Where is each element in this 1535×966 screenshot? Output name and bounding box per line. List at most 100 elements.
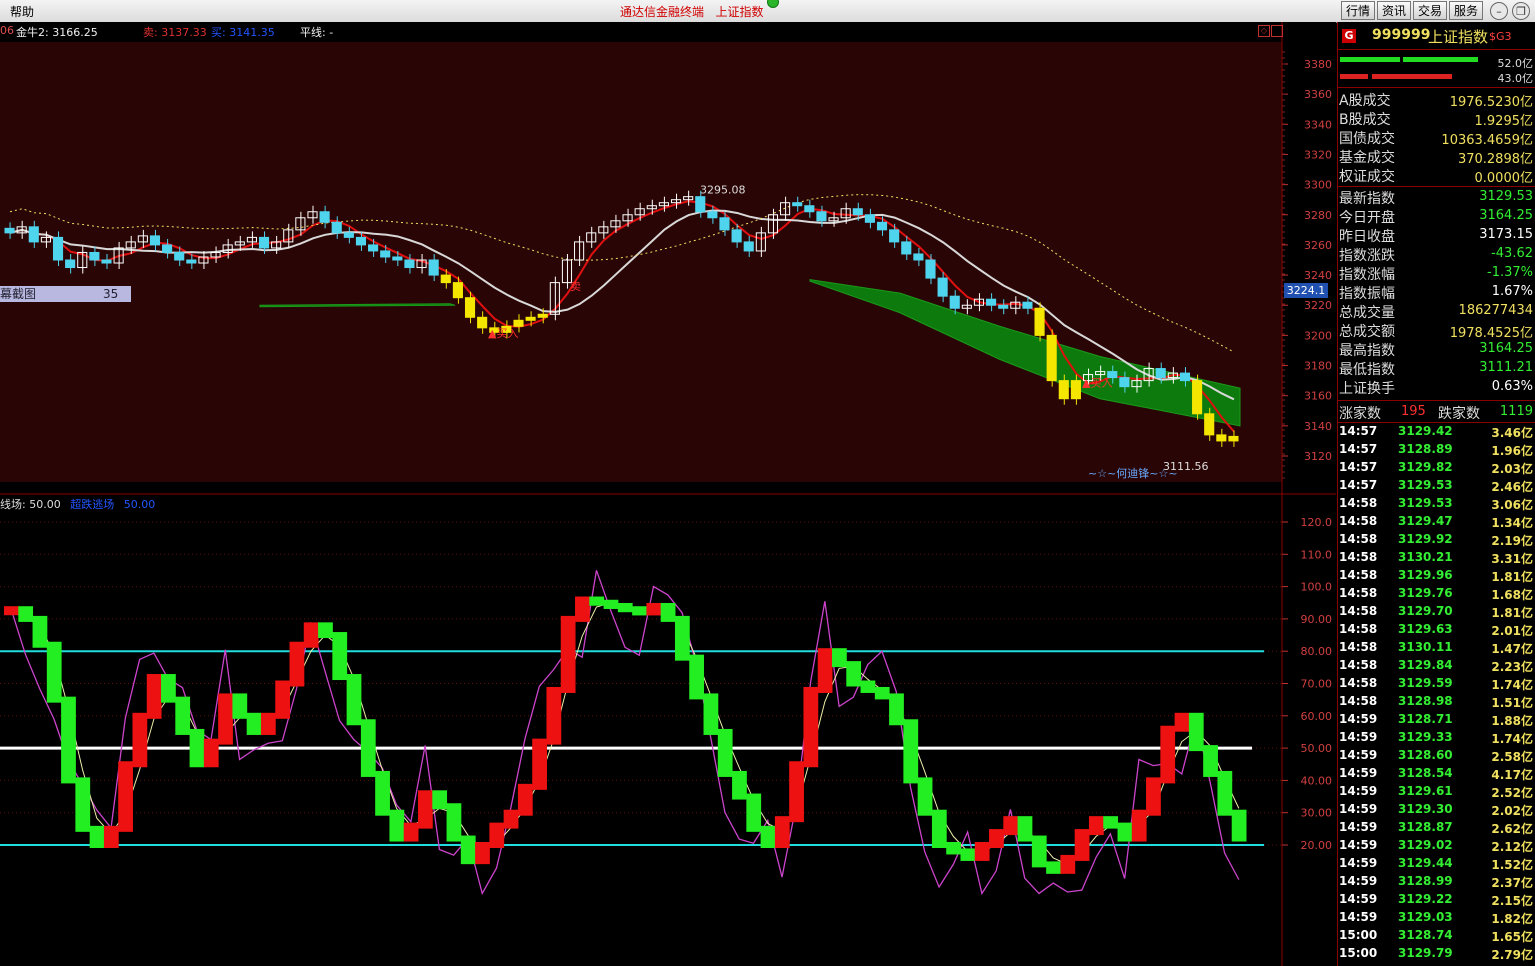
tick-time: 14:59 [1339, 838, 1378, 852]
tick-volume: 1.81亿 [1491, 606, 1533, 620]
y-tick-label: 50.00 [1301, 742, 1333, 755]
candle-body [537, 313, 548, 318]
candle-body [743, 241, 754, 252]
tick-price: 3128.60 [1398, 748, 1453, 762]
tick-price: 3129.79 [1398, 946, 1453, 960]
candle-body [707, 211, 718, 219]
info-gold: 金牛2: 3166.25 [16, 26, 98, 39]
osc-block [760, 825, 776, 848]
candle-body [1070, 380, 1081, 400]
osc-block [360, 719, 376, 777]
tick-row: 14:59 3128.87 2.62亿 [1338, 819, 1535, 837]
sell-signal: 卖 [570, 280, 581, 293]
menu-help[interactable]: 帮助 [10, 3, 34, 20]
tick-time: 14:59 [1339, 820, 1378, 834]
osc-block [1188, 712, 1204, 752]
osc-block [660, 602, 676, 622]
tick-volume: 2.52亿 [1491, 786, 1533, 800]
tick-price: 3129.63 [1398, 622, 1453, 636]
tab-service-button[interactable]: 服务 [1449, 1, 1483, 20]
volume-label: B股成交 [1339, 112, 1391, 128]
osc-block [32, 615, 48, 648]
restore-icon[interactable]: ❐ [1512, 2, 1530, 20]
tab-news-button[interactable]: 资讯 [1377, 1, 1411, 20]
tick-time: 15:00 [1339, 928, 1378, 942]
candle-body [428, 259, 439, 276]
y-tick-label: 80.00 [1301, 645, 1333, 658]
osc-block [1203, 745, 1218, 777]
osc-block [1003, 816, 1019, 836]
tick-time: 14:59 [1339, 874, 1378, 888]
osc-block [46, 641, 62, 703]
tick-row: 14:59 3128.60 2.58亿 [1338, 747, 1535, 765]
candle-body [1046, 334, 1057, 382]
index-tag: $G3 [1489, 30, 1512, 43]
osc-block [732, 770, 747, 800]
osc-block [1174, 712, 1190, 732]
y-tick-label: 3340 [1304, 118, 1332, 131]
tick-price: 3128.74 [1398, 928, 1453, 942]
quote-label: 指数涨跌 [1339, 248, 1395, 264]
tick-volume: 2.37亿 [1491, 876, 1533, 890]
tick-time: 14:58 [1339, 640, 1378, 654]
tick-price: 3128.98 [1398, 694, 1453, 708]
osc-block [789, 761, 804, 823]
tick-price: 3128.87 [1398, 820, 1453, 834]
tick-price: 3128.71 [1398, 712, 1453, 726]
tick-volume: 3.31亿 [1491, 552, 1533, 566]
tab-trade-button[interactable]: 交易 [1413, 1, 1447, 20]
candle-body [1034, 307, 1045, 336]
candle-body [452, 282, 463, 299]
osc-block [260, 712, 276, 735]
tick-price: 3129.53 [1398, 496, 1453, 510]
y-tick-label: 3240 [1304, 269, 1332, 282]
candle-body [719, 217, 730, 231]
osc-block [1146, 777, 1161, 816]
tick-time: 14:59 [1339, 730, 1378, 744]
osc-block [1046, 861, 1061, 874]
quote-label: 上证换手 [1339, 381, 1395, 397]
y-tick-label: 90.00 [1301, 613, 1333, 626]
tick-time: 14:59 [1339, 802, 1378, 816]
candle-body [804, 205, 815, 213]
quote-value: 0.63% [1491, 379, 1533, 394]
annotation-high: 3295.08 [700, 184, 746, 197]
volume-value: 1976.5230亿 [1449, 95, 1533, 110]
tick-price: 3130.11 [1398, 640, 1453, 654]
osc-block [1060, 854, 1076, 874]
tick-row: 14:59 3129.03 1.82亿 [1338, 909, 1535, 927]
pane-toggle-icon[interactable]: ◇ [1258, 25, 1270, 37]
candle-body [101, 259, 112, 264]
osc-block [460, 835, 476, 865]
candle-body [1119, 377, 1130, 388]
tick-row: 14:59 3128.54 4.17亿 [1338, 765, 1535, 783]
candle-body [986, 298, 997, 306]
osc-block [289, 641, 305, 687]
status-ok-icon [767, 0, 779, 8]
tick-row: 15:00 3129.79 2.79亿 [1338, 945, 1535, 963]
tick-price: 3129.82 [1398, 460, 1453, 474]
bar-down-2 [1372, 74, 1452, 79]
quote-label: 最低指数 [1339, 362, 1395, 378]
osc-block [118, 761, 133, 832]
quote-value: 3111.21 [1479, 360, 1533, 375]
quote-row: 总成交量 186277434 [1338, 302, 1535, 321]
pane-max-icon[interactable] [1271, 25, 1283, 37]
candle-body [258, 236, 270, 249]
quote-value: -1.37% [1487, 265, 1533, 280]
tick-row: 14:57 3129.53 2.46亿 [1338, 477, 1535, 495]
osc-block [1131, 809, 1147, 842]
tick-row: 14:58 3129.92 2.19亿 [1338, 531, 1535, 549]
quote-label: 指数涨幅 [1339, 267, 1395, 283]
candle-body [89, 251, 100, 261]
osc-block [632, 606, 647, 616]
minimize-icon[interactable]: – [1490, 2, 1508, 20]
y-tick-label: 3140 [1304, 420, 1332, 433]
tick-row: 14:58 3129.84 2.23亿 [1338, 657, 1535, 675]
tab-market-button[interactable]: 行情 [1341, 1, 1375, 20]
tick-row: 14:58 3129.59 1.74亿 [1338, 675, 1535, 693]
candle-body [876, 221, 888, 231]
quote-value: 3129.53 [1479, 189, 1533, 204]
quote-row: 总成交额 1978.4525亿 [1338, 321, 1535, 341]
osc-block [303, 622, 319, 648]
